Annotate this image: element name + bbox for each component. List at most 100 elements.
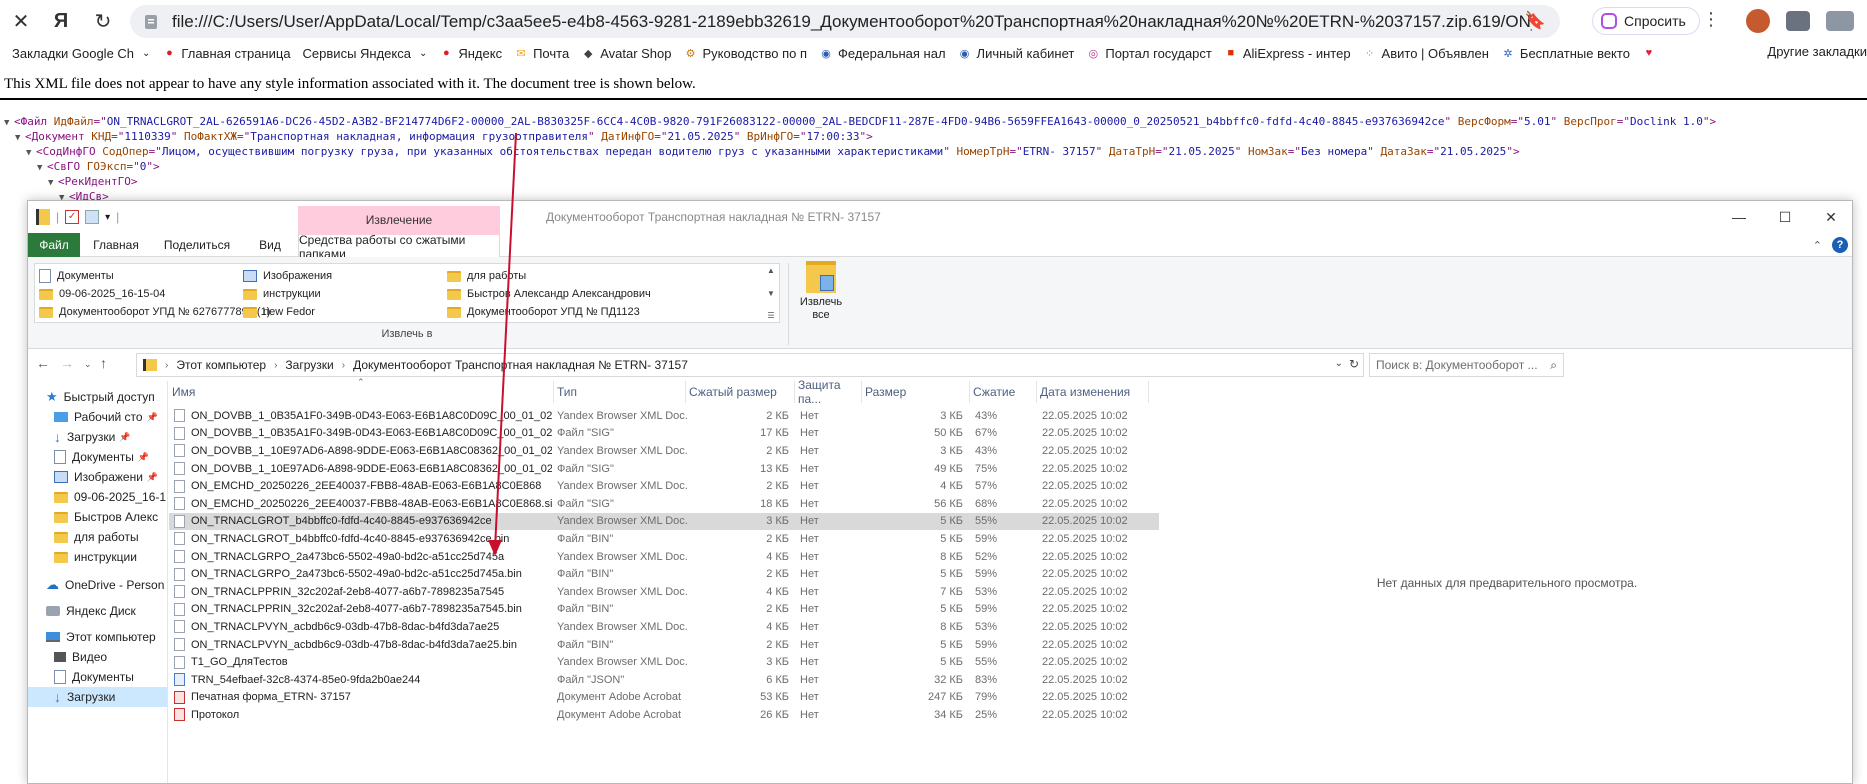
tab-home[interactable]: Главная — [80, 233, 152, 257]
location-item[interactable]: Изображения — [243, 266, 332, 286]
sidebar-item[interactable]: Быстров Алекс — [28, 507, 158, 527]
expand-triangle-icon[interactable]: ▼ — [37, 161, 47, 176]
file-row[interactable]: TRN_54efbaef-32c8-4374-85e0-9fda2b0ae244… — [169, 671, 1159, 689]
refresh-icon[interactable]: ↻ — [1349, 357, 1359, 371]
bookmark-item[interactable]: ● Главная страница — [162, 46, 290, 61]
sidebar-item[interactable]: Документы — [28, 667, 134, 687]
file-row[interactable]: ON_TRNACLPPRIN_32c202af-2eb8-4077-a6b7-7… — [169, 601, 1159, 619]
sidebar-item[interactable]: Документы 📌 — [28, 447, 149, 467]
chevron-down-icon[interactable]: ▾ — [105, 212, 110, 223]
file-row[interactable]: ON_DOVBB_1_10E97AD6-A898-9DDE-E063-E6B1A… — [169, 460, 1159, 478]
location-item[interactable]: для работы — [447, 266, 526, 286]
folder-icon[interactable] — [36, 209, 50, 225]
chevron-down-icon[interactable]: ▼ — [767, 289, 775, 298]
bookmark-item[interactable]: ■ AliExpress - интер — [1224, 46, 1351, 61]
file-row[interactable]: ON_EMCHD_20250226_2EE40037-FBB8-48AB-E06… — [169, 477, 1159, 495]
sidebar-item[interactable]: ↓ Загрузки — [28, 687, 167, 707]
location-item[interactable]: Документооборот УПД № ПД1123 — [447, 302, 640, 322]
chevron-down-icon[interactable]: ⌄ — [84, 359, 92, 370]
column-header-type[interactable]: Тип — [554, 381, 686, 403]
bookmark-icon[interactable]: 🔖 — [1525, 11, 1546, 31]
column-header-date[interactable]: Дата изменения — [1037, 381, 1149, 403]
file-row[interactable]: ON_DOVBB_1_10E97AD6-A898-9DDE-E063-E6B1A… — [169, 442, 1159, 460]
column-header-size[interactable]: Размер — [862, 381, 970, 403]
bookmark-item[interactable]: ♥ — [1642, 46, 1661, 60]
address-bar[interactable]: file:///C:/Users/User/AppData/Local/Temp… — [130, 5, 1560, 38]
new-folder-icon[interactable] — [85, 210, 100, 224]
file-row[interactable]: ON_DOVBB_1_0B35A1F0-349B-0D43-E063-E6B1A… — [169, 425, 1159, 443]
file-row[interactable]: ON_TRNACLPVYN_acbdb6c9-03db-47b8-8dac-b4… — [169, 618, 1159, 636]
location-item[interactable]: Документооборот УПД № 6276777891 (1) — [39, 302, 270, 322]
column-header-packed[interactable]: Сжатый размер — [686, 381, 795, 403]
column-header-ratio[interactable]: Сжатие — [970, 381, 1037, 403]
back-icon[interactable]: ← — [36, 355, 50, 371]
properties-icon[interactable]: ✓ — [65, 210, 80, 224]
file-row[interactable]: ON_TRNACLGRPO_2a473bc6-5502-49a0-bd2c-a5… — [169, 565, 1159, 583]
other-bookmarks[interactable]: Другие закладки — [1761, 44, 1867, 59]
file-row[interactable]: ON_TRNACLGROT_b4bbffc0-fdfd-4c40-8845-e9… — [169, 530, 1159, 548]
sidebar-item[interactable]: инструкции — [28, 547, 137, 567]
search-input[interactable]: Поиск в: Документооборот ... ⌕ — [1369, 353, 1564, 377]
bookmark-item[interactable]: ✲ Бесплатные векто — [1501, 46, 1630, 61]
bookmark-item[interactable]: ◆ Avatar Shop — [581, 46, 672, 61]
menu-icon[interactable]: ⋮ — [1702, 9, 1720, 30]
search-icon[interactable]: ⌕ — [1550, 358, 1557, 373]
expand-triangle-icon[interactable]: ▼ — [4, 116, 14, 131]
ask-ai-button[interactable]: Спросить — [1592, 7, 1700, 35]
column-header-protect[interactable]: Защита па... — [795, 378, 862, 406]
tab-share[interactable]: Поделиться — [152, 233, 242, 257]
reload-icon[interactable]: ↻ — [86, 4, 120, 38]
minimize-icon[interactable]: — — [1716, 201, 1762, 233]
address-bar[interactable]: › Этот компьютер › Загрузки › Документоо… — [136, 353, 1364, 377]
tab-file[interactable]: Файл — [28, 233, 80, 257]
chevron-up-icon[interactable]: ⌃ — [1813, 239, 1822, 252]
bookmark-item[interactable]: ⁘ Авито | Объявлен — [1363, 46, 1489, 61]
yandex-icon[interactable]: Я — [44, 4, 78, 38]
file-row[interactable]: ON_TRNACLGROT_b4bbffc0-fdfd-4c40-8845-e9… — [169, 512, 1159, 531]
up-icon[interactable]: ↑ — [100, 355, 107, 371]
sidebar-item[interactable]: Видео — [28, 647, 107, 667]
file-row[interactable]: Протокол Документ Adobe Acrobat 26 КБ Нет 34… — [169, 706, 1159, 724]
location-item[interactable]: инструкции — [243, 284, 321, 304]
column-header-name[interactable]: Имя — [169, 381, 554, 403]
more-icon[interactable]: ☰ — [767, 311, 774, 320]
bookmark-item[interactable]: ◉ Личный кабинет — [958, 46, 1075, 61]
chevron-up-icon[interactable]: ▲ — [767, 266, 775, 275]
location-item[interactable]: new Fedor — [243, 302, 315, 322]
breadcrumb-item[interactable]: Загрузки — [285, 358, 333, 372]
bookmark-item[interactable]: ● Яндекс — [439, 46, 502, 61]
expand-triangle-icon[interactable]: ▼ — [15, 131, 25, 146]
chevron-down-icon[interactable]: ⌄ — [1335, 358, 1343, 369]
url-text[interactable]: file:///C:/Users/User/AppData/Local/Temp… — [172, 12, 1532, 32]
tab-view[interactable]: Вид — [242, 233, 298, 257]
extract-all-button[interactable]: Извлечь все — [796, 261, 846, 327]
bookmark-item[interactable]: Сервисы Яндекса ⌄ — [303, 46, 428, 61]
bookmark-item[interactable]: Закладки Google Ch ⌄ — [12, 46, 150, 61]
close-tab-icon[interactable]: ✕ — [4, 4, 38, 38]
extension-icon[interactable] — [1786, 11, 1810, 31]
expand-triangle-icon[interactable]: ▼ — [48, 176, 58, 191]
sidebar-item[interactable]: 09-06-2025_16-1 — [28, 487, 166, 507]
file-row[interactable]: ON_TRNACLGRPO_2a473bc6-5502-49a0-bd2c-a5… — [169, 548, 1159, 566]
bookmark-item[interactable]: ✉ Почта — [514, 46, 569, 61]
file-row[interactable]: ON_EMCHD_20250226_2EE40037-FBB8-48AB-E06… — [169, 495, 1159, 513]
close-icon[interactable]: ✕ — [1808, 201, 1852, 233]
file-row[interactable]: Печатная форма_ETRN- 37157 Документ Adobe… — [169, 689, 1159, 707]
sidebar-item[interactable]: для работы — [28, 527, 139, 547]
breadcrumb-item[interactable]: Этот компьютер — [176, 358, 266, 372]
location-item[interactable]: Документы — [39, 266, 114, 286]
sidebar-item[interactable]: ★ Быстрый доступ — [28, 387, 155, 407]
help-icon[interactable]: ? — [1832, 237, 1848, 253]
sidebar-item[interactable]: Этот компьютер — [28, 627, 156, 647]
file-row[interactable]: ON_TRNACLPVYN_acbdb6c9-03db-47b8-8dac-b4… — [169, 636, 1159, 654]
sidebar-item[interactable]: Яндекс Диск — [28, 601, 136, 621]
sidebar-item[interactable]: ☁ OneDrive - Person — [28, 575, 164, 595]
tab-compressed-tools[interactable]: Средства работы со сжатыми папками — [298, 233, 500, 261]
breadcrumb-item[interactable]: Документооборот Транспортная накладная №… — [353, 358, 688, 372]
sidebar-item[interactable]: Изображени 📌 — [28, 467, 158, 487]
extension-icon[interactable] — [1826, 11, 1854, 31]
file-row[interactable]: ON_TRNACLPPRIN_32c202af-2eb8-4077-a6b7-7… — [169, 583, 1159, 601]
bookmark-item[interactable]: ⚙ Руководство по п — [684, 46, 807, 61]
sidebar-item[interactable]: Рабочий сто 📌 — [28, 407, 158, 427]
expand-triangle-icon[interactable]: ▼ — [26, 146, 36, 161]
